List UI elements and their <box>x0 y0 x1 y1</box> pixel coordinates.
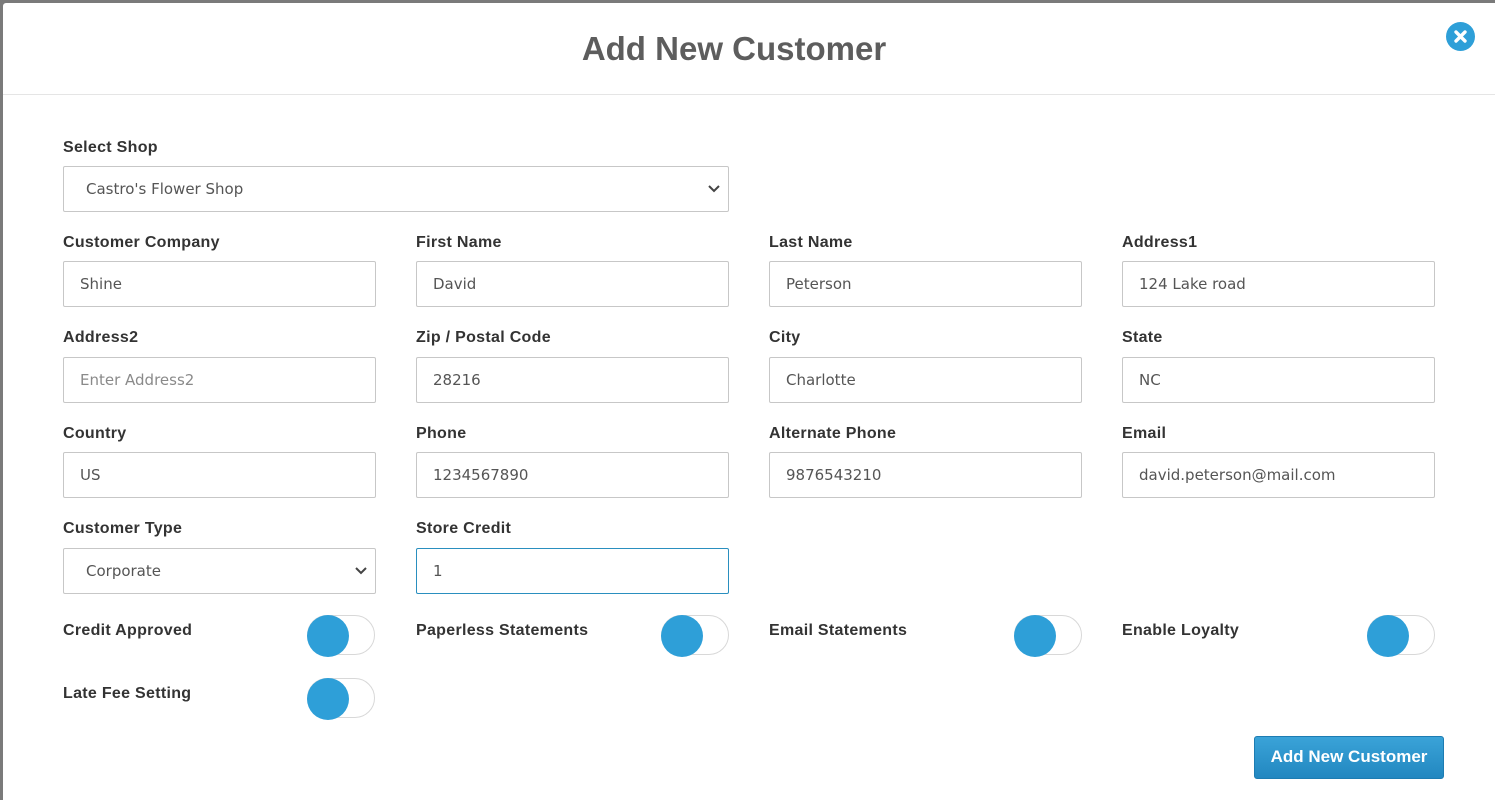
first-name-label: First Name <box>416 234 502 251</box>
state-input[interactable] <box>1122 357 1435 403</box>
chevron-down-icon <box>708 185 720 193</box>
last-name-label: Last Name <box>769 234 853 251</box>
country-input[interactable] <box>63 452 376 498</box>
email-statements-toggle[interactable] <box>1014 615 1082 657</box>
last-name-input[interactable] <box>769 261 1082 307</box>
address1-input[interactable] <box>1122 261 1435 307</box>
email-statements-label: Email Statements <box>769 622 908 639</box>
customer-type-label: Customer Type <box>63 520 183 537</box>
customer-type-value: Corporate <box>86 562 161 580</box>
alternate-phone-input[interactable] <box>769 452 1082 498</box>
select-shop-dropdown[interactable]: Castro's Flower Shop <box>63 166 729 212</box>
toggle-knob <box>1014 615 1056 657</box>
close-button[interactable] <box>1446 22 1475 51</box>
alternate-phone-label: Alternate Phone <box>769 425 897 442</box>
phone-input[interactable] <box>416 452 729 498</box>
toggle-knob <box>307 615 349 657</box>
toggle-knob <box>1367 615 1409 657</box>
paperless-statements-toggle[interactable] <box>661 615 729 657</box>
email-input[interactable] <box>1122 452 1435 498</box>
zip-label: Zip / Postal Code <box>416 329 551 346</box>
state-label: State <box>1122 329 1163 346</box>
add-new-customer-button[interactable]: Add New Customer <box>1254 736 1444 779</box>
store-credit-input[interactable] <box>416 548 729 594</box>
first-name-input[interactable] <box>416 261 729 307</box>
enable-loyalty-toggle[interactable] <box>1367 615 1435 657</box>
address2-input[interactable] <box>63 357 376 403</box>
close-icon <box>1454 30 1467 43</box>
customer-type-dropdown[interactable]: Corporate <box>63 548 376 594</box>
late-fee-setting-label: Late Fee Setting <box>63 685 192 702</box>
toggle-knob <box>661 615 703 657</box>
late-fee-setting-toggle[interactable] <box>307 678 375 720</box>
city-label: City <box>769 329 801 346</box>
enable-loyalty-label: Enable Loyalty <box>1122 622 1240 639</box>
toggle-knob <box>307 678 349 720</box>
modal-title: Add New Customer <box>581 30 887 67</box>
select-shop-value: Castro's Flower Shop <box>86 180 244 198</box>
select-shop-label: Select Shop <box>63 139 158 156</box>
store-credit-label: Store Credit <box>416 520 512 537</box>
city-input[interactable] <box>769 357 1082 403</box>
customer-company-label: Customer Company <box>63 234 220 251</box>
customer-company-input[interactable] <box>63 261 376 307</box>
paperless-statements-label: Paperless Statements <box>416 622 589 639</box>
credit-approved-label: Credit Approved <box>63 622 193 639</box>
credit-approved-toggle[interactable] <box>307 615 375 657</box>
modal-header: Add New Customer <box>3 3 1495 95</box>
chevron-down-icon <box>355 567 367 575</box>
phone-label: Phone <box>416 425 467 442</box>
address2-label: Address2 <box>63 329 139 346</box>
zip-input[interactable] <box>416 357 729 403</box>
country-label: Country <box>63 425 127 442</box>
address1-label: Address1 <box>1122 234 1198 251</box>
email-label: Email <box>1122 425 1167 442</box>
